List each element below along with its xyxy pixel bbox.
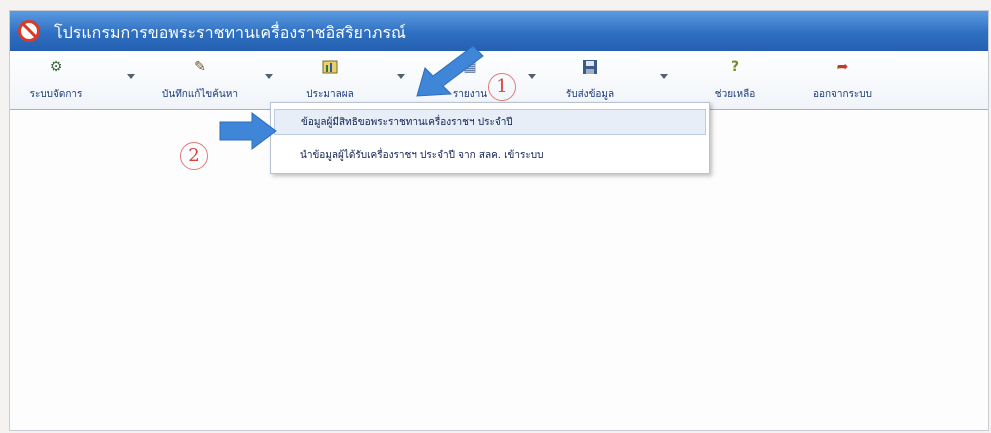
logout-icon: ➦ bbox=[836, 59, 849, 75]
chevron-down-icon[interactable] bbox=[528, 74, 536, 79]
toolbar-item-system-management[interactable]: ⚙ ระบบจัดการ bbox=[12, 51, 100, 109]
toolbar-item-logout[interactable]: ➦ ออกจากระบบ bbox=[795, 51, 890, 109]
chevron-down-icon[interactable] bbox=[127, 74, 135, 79]
toolbar-item-record-edit-search[interactable]: ✎ บันทึกแก้ไขค้นหา bbox=[140, 51, 260, 109]
toolbar-item-processing[interactable]: ประมาลผล bbox=[280, 51, 380, 109]
annotation-arrow-2 bbox=[219, 112, 277, 150]
chevron-down-icon[interactable] bbox=[265, 74, 273, 79]
step-marker-1: 1 bbox=[488, 73, 516, 101]
toolbar-label: ระบบจัดการ bbox=[29, 89, 83, 100]
title-bar: โปรแกรมการขอพระราชทานเครื่องราชอิสริยาภร… bbox=[10, 11, 988, 51]
process-icon-graphic bbox=[322, 60, 338, 74]
menu-item-eligible-data[interactable]: ข้อมูลผู้มีสิทธิขอพระราชทานเครื่องราชฯ ป… bbox=[274, 109, 706, 135]
menu-item-import-awarded-data[interactable]: นำข้อมูลผู้ได้รับเครื่องราชฯ ประจำปี จาก… bbox=[274, 143, 706, 169]
toolbar-label: ออกจากระบบ bbox=[812, 89, 873, 100]
save-icon-graphic bbox=[583, 60, 597, 74]
settings-icon: ⚙ bbox=[49, 59, 63, 75]
edit-icon: ✎ bbox=[194, 59, 206, 75]
annotation-arrow-1 bbox=[416, 45, 484, 97]
process-icon bbox=[322, 59, 338, 75]
save-icon bbox=[582, 59, 598, 75]
toolbar-label: บันทึกแก้ไขค้นหา bbox=[162, 89, 238, 100]
toolbar-label: ช่วยเหลือ bbox=[714, 89, 756, 100]
step-marker-2: 2 bbox=[180, 142, 208, 170]
window-title: โปรแกรมการขอพระราชทานเครื่องราชอิสริยาภร… bbox=[54, 23, 406, 42]
toolbar-label: ประมาลผล bbox=[306, 89, 354, 100]
app-logo-icon bbox=[18, 20, 40, 42]
toolbar-label: รับส่งข้อมูล bbox=[565, 89, 615, 100]
toolbar-item-data-transfer[interactable]: รับส่งข้อมูล bbox=[545, 51, 635, 109]
chevron-down-icon[interactable] bbox=[660, 74, 668, 79]
processing-dropdown-menu: ข้อมูลผู้มีสิทธิขอพระราชทานเครื่องราชฯ ป… bbox=[270, 102, 710, 174]
help-icon: ? bbox=[730, 59, 740, 75]
chevron-down-icon[interactable] bbox=[397, 74, 405, 79]
toolbar-item-help[interactable]: ? ช่วยเหลือ bbox=[695, 51, 775, 109]
